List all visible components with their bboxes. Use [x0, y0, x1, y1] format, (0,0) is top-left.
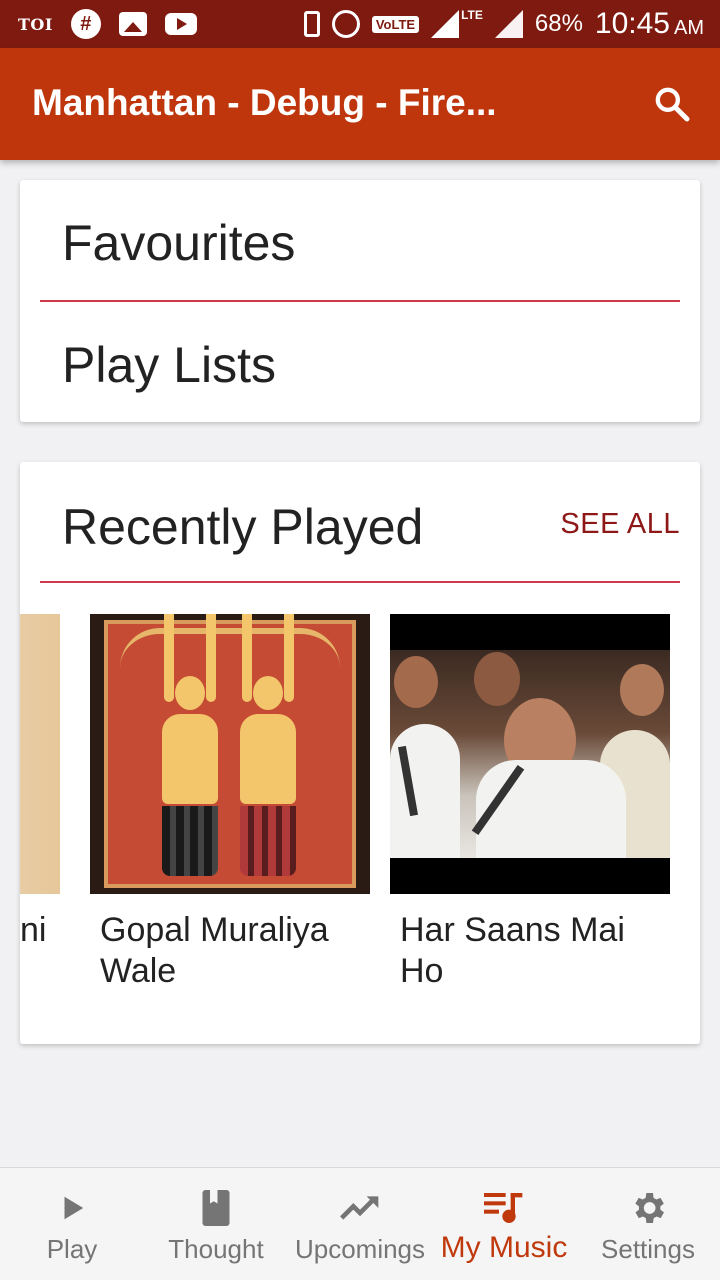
bottom-navigation: Play Thought Upcomings My Music Settings	[0, 1167, 720, 1280]
track-card[interactable]: ni	[20, 614, 60, 951]
alarm-icon	[331, 10, 360, 38]
battery-level: 68%	[534, 10, 583, 37]
see-all-button[interactable]: SEE ALL	[560, 508, 680, 541]
nav-thought[interactable]: Thought	[144, 1168, 288, 1280]
status-bar: TOI # VoLTE LTE 68% 10:45 AM	[0, 0, 720, 48]
nav-upcomings[interactable]: Upcomings	[288, 1168, 432, 1280]
volte-icon: VoLTE	[371, 15, 420, 33]
track-title: Gopal Muraliya Wale	[100, 911, 329, 990]
nav-upcomings-label: Upcomings	[294, 1234, 426, 1264]
signal-icon	[431, 10, 460, 38]
track-title: Har Saans Mai Ho	[400, 911, 625, 990]
toi-notification-icon: TOI	[18, 14, 53, 34]
play-icon	[52, 1188, 92, 1228]
clock-ampm: AM	[674, 17, 704, 39]
track-thumbnail	[390, 614, 670, 894]
track-title: ni	[20, 911, 47, 949]
track-card[interactable]: Har Saans Mai Ho	[390, 614, 670, 992]
recently-played-card: Recently Played SEE ALL ni Gopal Muraliy…	[20, 462, 700, 1044]
video-scene	[390, 650, 670, 858]
painting-arch	[120, 628, 340, 668]
youtube-notification-icon	[164, 13, 197, 35]
track-card[interactable]: Gopal Muraliya Wale	[90, 614, 370, 992]
system-icons: VoLTE LTE 68% 10:45 AM	[303, 4, 704, 44]
library-card: Favourites Play Lists	[20, 180, 700, 422]
slack-notification-icon: #	[70, 9, 101, 39]
divider	[40, 300, 680, 302]
playlists-item[interactable]: Play Lists	[62, 336, 276, 394]
nav-settings-label: Settings	[601, 1234, 695, 1264]
favourites-item[interactable]: Favourites	[62, 214, 295, 272]
nav-settings[interactable]: Settings	[576, 1168, 720, 1280]
painting-figure	[240, 614, 296, 876]
nav-thought-label: Thought	[168, 1234, 264, 1264]
lte-label: LTE	[461, 8, 483, 22]
painting-figure	[162, 614, 218, 876]
app-bar: Manhattan - Debug - Fire...	[0, 48, 720, 160]
track-thumbnail	[20, 614, 60, 894]
book-icon	[196, 1188, 236, 1228]
queue-music-icon	[484, 1188, 524, 1228]
nav-my-music-label: My Music	[440, 1231, 568, 1264]
gear-icon	[628, 1188, 668, 1228]
track-thumbnail	[90, 614, 370, 894]
nav-play[interactable]: Play	[0, 1168, 144, 1280]
signal-no-data-icon	[494, 10, 523, 38]
clock-time: 10:45	[594, 7, 670, 40]
recently-played-title: Recently Played	[62, 499, 424, 555]
app-title: Manhattan - Debug - Fire...	[32, 82, 497, 123]
trending-up-icon	[340, 1188, 380, 1228]
gallery-notification-icon	[118, 12, 147, 36]
search-icon[interactable]	[652, 84, 692, 124]
divider	[40, 581, 680, 583]
nav-play-label: Play	[46, 1234, 98, 1264]
nav-my-music[interactable]: My Music	[432, 1168, 576, 1280]
vibrate-icon	[303, 11, 320, 37]
notification-icons: TOI #	[18, 8, 197, 40]
